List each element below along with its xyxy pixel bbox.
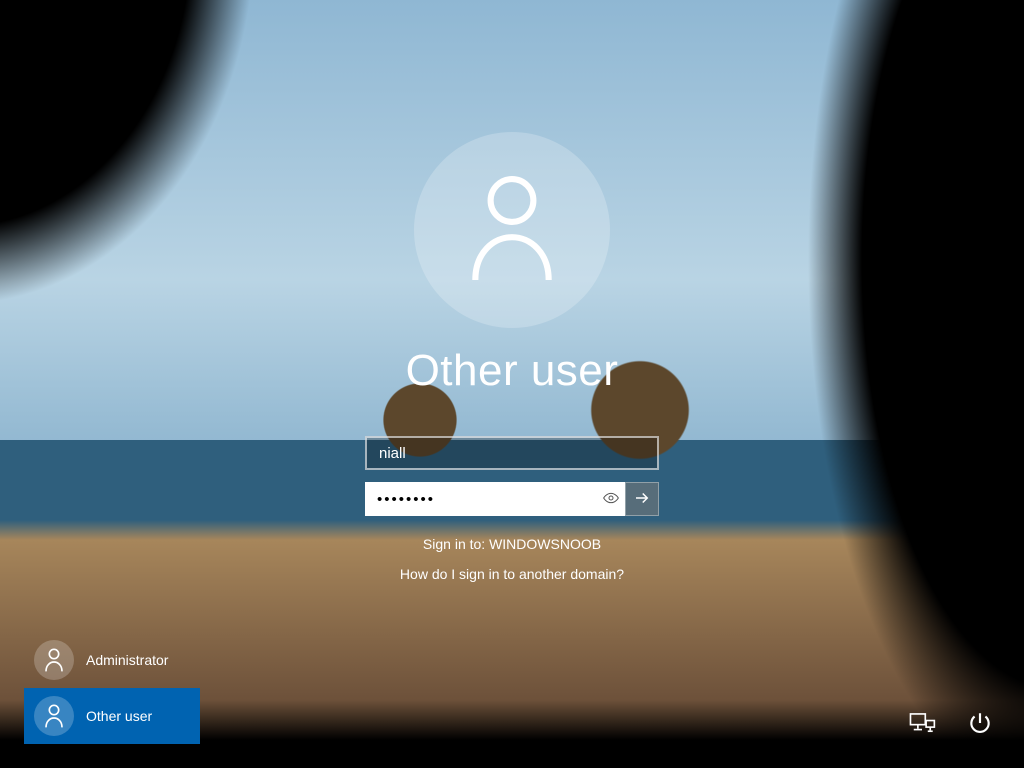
login-title: Other user [302,346,722,396]
user-item-administrator[interactable]: Administrator [24,632,200,688]
power-icon [967,710,993,739]
arrow-right-icon [633,489,651,510]
user-icon [465,173,559,288]
reveal-password-button[interactable] [597,482,625,516]
network-icon [908,711,936,738]
password-input[interactable] [365,482,625,516]
user-icon [34,696,74,736]
user-item-other-user[interactable]: Other user [24,688,200,744]
login-panel: Other user Sign in to: WINDOWSNOOB How d… [302,132,722,596]
eye-icon [603,492,619,507]
user-switcher: Administrator Other user [24,632,200,744]
password-row [365,482,659,516]
username-input[interactable] [365,436,659,470]
network-button[interactable] [902,704,942,744]
user-avatar [414,132,610,328]
utility-bar [902,704,1000,744]
power-button[interactable] [960,704,1000,744]
user-item-label: Administrator [86,652,168,668]
sign-in-domain-label: Sign in to: WINDOWSNOOB [302,536,722,552]
user-icon [34,640,74,680]
user-item-label: Other user [86,708,152,724]
submit-button[interactable] [625,482,659,516]
domain-help-link[interactable]: How do I sign in to another domain? [302,566,722,582]
